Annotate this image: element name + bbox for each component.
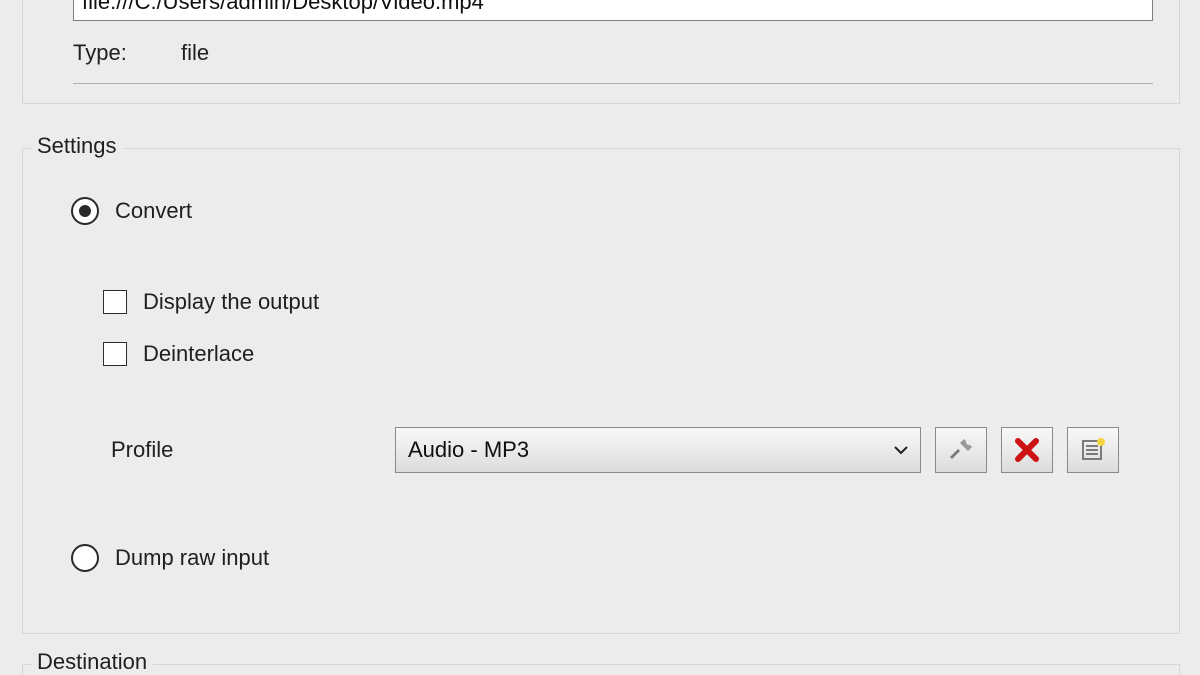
destination-title: Destination	[31, 649, 153, 675]
chevron-down-icon	[894, 445, 908, 455]
radio-dot-icon	[71, 197, 99, 225]
new-profile-icon	[1079, 436, 1107, 464]
divider	[73, 83, 1153, 84]
profile-label: Profile	[111, 437, 381, 463]
profile-combobox[interactable]: Audio - MP3	[395, 427, 921, 473]
delete-profile-button[interactable]	[1001, 427, 1053, 473]
radio-dump-label: Dump raw input	[115, 545, 269, 571]
type-value: file	[181, 40, 209, 66]
profile-selected-value: Audio - MP3	[408, 437, 529, 463]
source-input[interactable]	[73, 0, 1153, 21]
checkbox-display-output[interactable]: Display the output	[103, 289, 319, 315]
checkbox-display-output-label: Display the output	[143, 289, 319, 315]
checkbox-icon	[103, 290, 127, 314]
profile-row: Profile Audio - MP3	[111, 424, 1151, 476]
wrench-screwdriver-icon	[947, 436, 975, 464]
x-icon	[1014, 437, 1040, 463]
settings-groupbox: Settings Convert Display the output Dein…	[22, 148, 1180, 634]
source-groupbox: Type: file	[22, 0, 1180, 104]
new-profile-button[interactable]	[1067, 427, 1119, 473]
checkbox-deinterlace-label: Deinterlace	[143, 341, 254, 367]
checkbox-icon	[103, 342, 127, 366]
radio-dump-raw-input[interactable]: Dump raw input	[71, 544, 269, 572]
destination-groupbox: Destination	[22, 664, 1180, 675]
type-label: Type:	[73, 40, 157, 66]
radio-convert[interactable]: Convert	[71, 197, 192, 225]
settings-title: Settings	[31, 133, 123, 159]
radio-convert-label: Convert	[115, 198, 192, 224]
edit-profile-button[interactable]	[935, 427, 987, 473]
checkbox-deinterlace[interactable]: Deinterlace	[103, 341, 254, 367]
radio-dot-icon	[71, 544, 99, 572]
